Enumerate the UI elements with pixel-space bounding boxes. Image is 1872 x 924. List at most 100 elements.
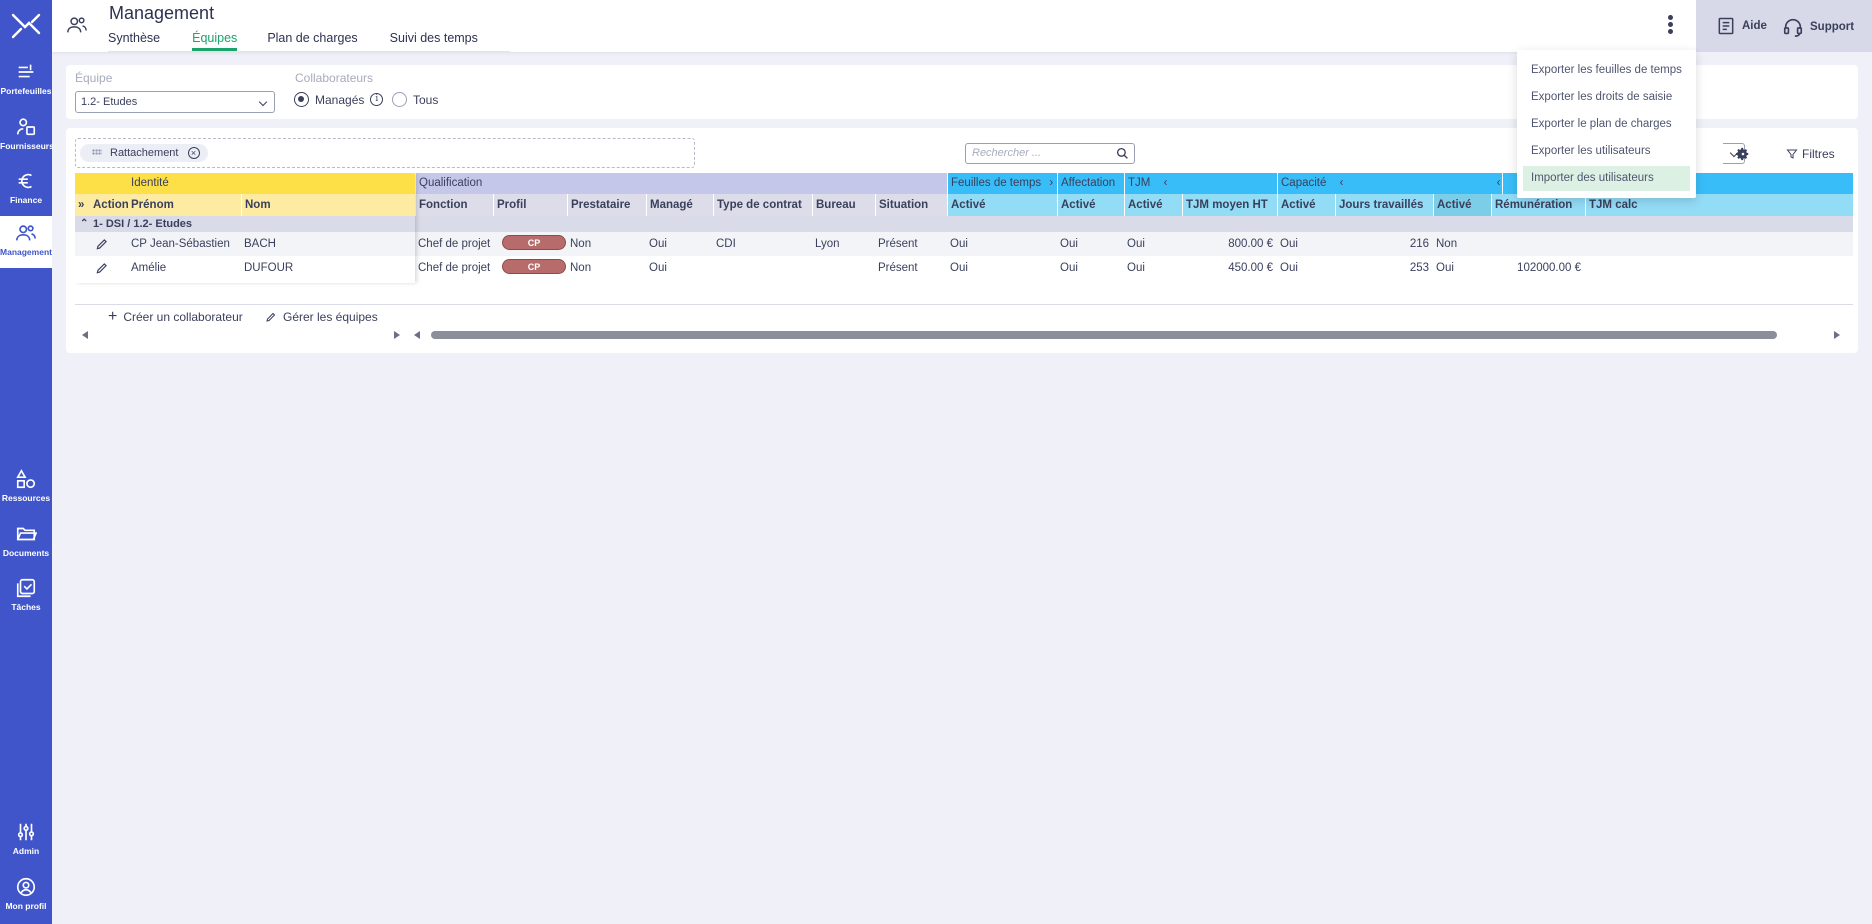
radio-manages[interactable]: Managés i bbox=[294, 92, 384, 107]
sidebar-item-label: Management bbox=[0, 247, 52, 257]
col-fonction[interactable]: Fonction bbox=[415, 194, 493, 216]
col-rem-active[interactable]: Activé bbox=[1433, 194, 1491, 216]
app-logo-icon[interactable] bbox=[10, 10, 42, 42]
col-manage[interactable]: Managé bbox=[646, 194, 713, 216]
group-header-label: TJM bbox=[1128, 177, 1151, 189]
col-type-contrat[interactable]: Type de contrat bbox=[713, 194, 812, 216]
close-icon[interactable]: × bbox=[187, 147, 200, 159]
support-label: Support bbox=[1810, 21, 1855, 33]
col-prestataire[interactable]: Prestataire bbox=[567, 194, 646, 216]
sidebar-item-label: Admin bbox=[12, 846, 40, 856]
cell-bureau: Lyon bbox=[815, 238, 840, 250]
menu-item-export-rights[interactable]: Exporter les droits de saisie bbox=[1523, 85, 1690, 110]
sidebar-item-admin[interactable]: Admin bbox=[0, 815, 52, 867]
col-actions[interactable]: Actions bbox=[90, 194, 128, 216]
pencil-icon[interactable] bbox=[95, 261, 109, 275]
top-header: Management Synthèse Équipes Plan de char… bbox=[52, 0, 1696, 52]
col-prenom[interactable]: Prénom bbox=[128, 194, 241, 216]
scrollbar-thumb[interactable] bbox=[431, 331, 1777, 339]
col-cap-active[interactable]: Activé bbox=[1277, 194, 1335, 216]
table-row[interactable]: Amélie DUFOUR Chef de projet CP Non Oui … bbox=[75, 256, 1853, 280]
group-by-drop-zone[interactable]: Rattachement × bbox=[75, 138, 695, 168]
cell-prenom: CP Jean-Sébastien bbox=[131, 238, 230, 250]
euro-icon bbox=[18, 173, 32, 189]
col-ft-active[interactable]: Activé bbox=[947, 194, 1057, 216]
sidebar-item-management[interactable]: Management bbox=[0, 216, 52, 268]
scroll-left-icon[interactable] bbox=[414, 331, 420, 339]
sidebar-item-finance[interactable]: Finance bbox=[0, 164, 52, 216]
group-header-capacite[interactable]: Capacité ‹ ‹ bbox=[1277, 173, 1502, 194]
col-profil[interactable]: Profil bbox=[493, 194, 567, 216]
menu-item-export-workload[interactable]: Exporter le plan de charges bbox=[1523, 112, 1690, 137]
table-row[interactable]: CP Jean-Sébastien BACH Chef de projet CP… bbox=[75, 232, 1853, 256]
col-aff-active[interactable]: Activé bbox=[1057, 194, 1124, 216]
gear-icon[interactable] bbox=[1736, 147, 1750, 161]
drag-handle-icon[interactable] bbox=[92, 149, 102, 155]
chevron-left-icon[interactable]: ‹ bbox=[1340, 177, 1344, 189]
pencil-icon[interactable] bbox=[95, 237, 109, 251]
search-placeholder: Rechercher ... bbox=[972, 147, 1042, 159]
support-button[interactable]: Support bbox=[1782, 16, 1854, 38]
cell-rem-active: Non bbox=[1436, 238, 1458, 250]
cell-situation: Présent bbox=[878, 238, 918, 250]
col-situation[interactable]: Situation bbox=[875, 194, 947, 216]
chevron-up-icon[interactable]: ⌃ bbox=[77, 214, 88, 234]
group-header-identite: Identité bbox=[75, 173, 415, 194]
cell-jours: 253 bbox=[1409, 262, 1429, 274]
chevron-left-icon[interactable]: ‹ bbox=[1164, 177, 1168, 189]
sidebar-item-documents[interactable]: Documents bbox=[0, 517, 52, 569]
more-menu-icon[interactable] bbox=[1664, 14, 1676, 38]
info-icon[interactable]: i bbox=[370, 93, 384, 106]
col-jours-travailles[interactable]: Jours travaillés bbox=[1335, 194, 1433, 216]
chevron-right-icon[interactable]: › bbox=[1049, 177, 1053, 189]
profile-icon bbox=[16, 877, 36, 897]
col-bureau[interactable]: Bureau bbox=[812, 194, 875, 216]
tab-suivi-des-temps[interactable]: Suivi des temps bbox=[390, 28, 492, 51]
sidebar: Portefeuilles Fournisseurs Finance Manag… bbox=[0, 0, 54, 924]
search-input[interactable]: Rechercher ... bbox=[965, 143, 1135, 164]
tab-plan-de-charges[interactable]: Plan de charges bbox=[267, 28, 371, 51]
col-tjm-moyen[interactable]: TJM moyen HT bbox=[1182, 194, 1277, 216]
col-tjm-active[interactable]: Activé bbox=[1124, 194, 1182, 216]
headset-icon bbox=[1783, 18, 1803, 37]
menu-item-export-timesheets[interactable]: Exporter les feuilles de temps bbox=[1523, 58, 1690, 83]
cell-manage: Oui bbox=[649, 238, 667, 250]
sidebar-item-fournisseurs[interactable]: Fournisseurs bbox=[0, 110, 54, 162]
cell-profil: CP bbox=[499, 232, 573, 253]
cell-aff-active: Oui bbox=[1060, 262, 1078, 274]
help-button[interactable]: Aide bbox=[1716, 16, 1767, 36]
sidebar-item-mon-profil[interactable]: Mon profil bbox=[0, 870, 52, 922]
horizontal-scrollbars[interactable] bbox=[66, 328, 1858, 342]
equipe-select[interactable]: 1.2- Etudes bbox=[75, 91, 275, 113]
cell-rem-active: Oui bbox=[1436, 262, 1454, 274]
menu-item-export-users[interactable]: Exporter les utilisateurs bbox=[1523, 139, 1690, 164]
group-header-tjm[interactable]: TJM ‹ bbox=[1124, 173, 1277, 194]
tab-synthese[interactable]: Synthèse bbox=[108, 28, 174, 51]
scroll-right-icon[interactable] bbox=[394, 331, 400, 339]
sidebar-item-ressources[interactable]: Ressources bbox=[0, 462, 52, 514]
collapse-all-icon[interactable]: » bbox=[75, 194, 90, 216]
tab-equipes[interactable]: Équipes bbox=[192, 28, 238, 51]
chevron-down-icon bbox=[258, 97, 268, 107]
group-header-feuilles[interactable]: Feuilles de temps › bbox=[947, 173, 1057, 194]
filters-button[interactable]: Filtres bbox=[1786, 147, 1835, 161]
create-collaborator-button[interactable]: + Créer un collaborateur bbox=[108, 309, 243, 325]
supplier-icon bbox=[16, 118, 36, 136]
search-icon bbox=[1116, 147, 1128, 159]
col-nom[interactable]: Nom bbox=[241, 194, 415, 216]
sidebar-item-taches[interactable]: Tâches bbox=[0, 571, 52, 623]
tasks-icon bbox=[16, 578, 36, 598]
pencil-icon bbox=[266, 312, 276, 322]
group-row[interactable]: ⌃ 1- DSI / 1.2- Etudes bbox=[75, 216, 1853, 232]
equipe-label: Équipe bbox=[75, 71, 113, 85]
users-icon bbox=[16, 225, 36, 241]
group-chip-rattachement[interactable]: Rattachement × bbox=[80, 144, 208, 162]
scroll-right-icon[interactable] bbox=[1834, 331, 1840, 339]
filters-label: Filtres bbox=[1802, 147, 1835, 161]
menu-item-import-users[interactable]: Importer des utilisateurs bbox=[1523, 166, 1690, 191]
manage-teams-button[interactable]: Gérer les équipes bbox=[265, 310, 378, 324]
scroll-left-icon[interactable] bbox=[82, 331, 88, 339]
chevron-left-icon[interactable]: ‹ bbox=[1497, 177, 1501, 189]
sidebar-item-portefeuilles[interactable]: Portefeuilles bbox=[0, 55, 52, 107]
radio-tous[interactable]: Tous bbox=[392, 92, 438, 107]
